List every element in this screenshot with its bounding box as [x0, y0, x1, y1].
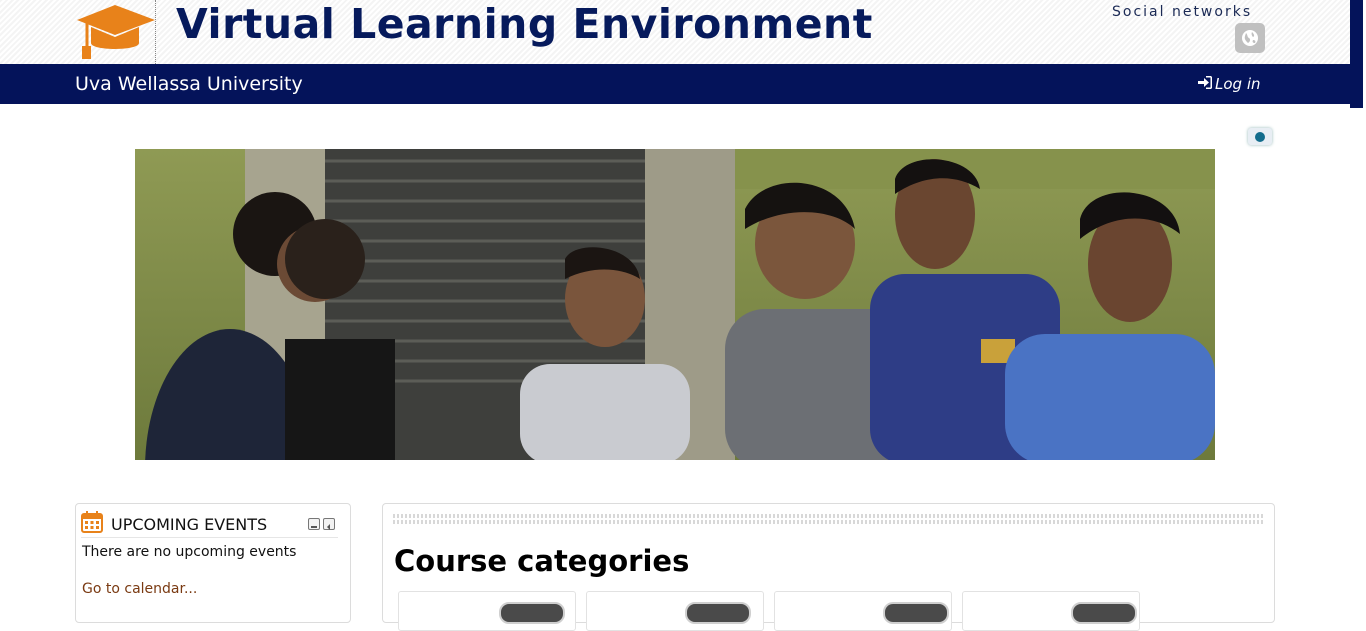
category-card[interactable] — [774, 591, 952, 631]
login-link[interactable]: Log in — [1198, 75, 1261, 93]
upcoming-events-block: UPCOMING EVENTS There are no upcoming ev… — [75, 503, 351, 623]
category-card[interactable] — [398, 591, 576, 631]
main-content: Course categories — [382, 503, 1275, 631]
sign-in-icon — [1198, 75, 1212, 93]
course-categories-heading: Course categories — [394, 544, 690, 578]
category-count-badge — [1071, 602, 1137, 624]
go-to-calendar-link[interactable]: Go to calendar... — [82, 581, 197, 597]
block-header: UPCOMING EVENTS — [81, 510, 338, 538]
logo-divider — [155, 0, 156, 64]
block-title: UPCOMING EVENTS — [111, 515, 268, 534]
category-count-badge — [685, 602, 751, 624]
hide-block-button[interactable] — [308, 518, 320, 530]
category-card[interactable] — [962, 591, 1140, 631]
calendar-icon — [81, 511, 103, 538]
category-count-badge — [883, 602, 949, 624]
login-label: Log in — [1215, 75, 1261, 93]
site-title[interactable]: Virtual Learning Environment — [176, 0, 873, 48]
category-count-badge — [499, 602, 565, 624]
slider-indicator[interactable] — [1248, 128, 1272, 145]
graduation-cap-icon[interactable] — [73, 3, 157, 61]
category-card[interactable] — [586, 591, 764, 631]
social-networks-label: Social networks — [1112, 4, 1253, 20]
scroll-edge — [1350, 0, 1366, 108]
site-header: Virtual Learning Environment Social netw… — [0, 0, 1366, 64]
globe-icon[interactable] — [1235, 23, 1265, 53]
no-events-text: There are no upcoming events — [82, 544, 297, 560]
banner-image — [135, 149, 1215, 460]
university-name: Uva Wellassa University — [75, 73, 303, 95]
navbar: Uva Wellassa University Log in — [0, 64, 1350, 104]
dock-block-button[interactable] — [323, 518, 335, 530]
section-divider — [393, 514, 1264, 524]
